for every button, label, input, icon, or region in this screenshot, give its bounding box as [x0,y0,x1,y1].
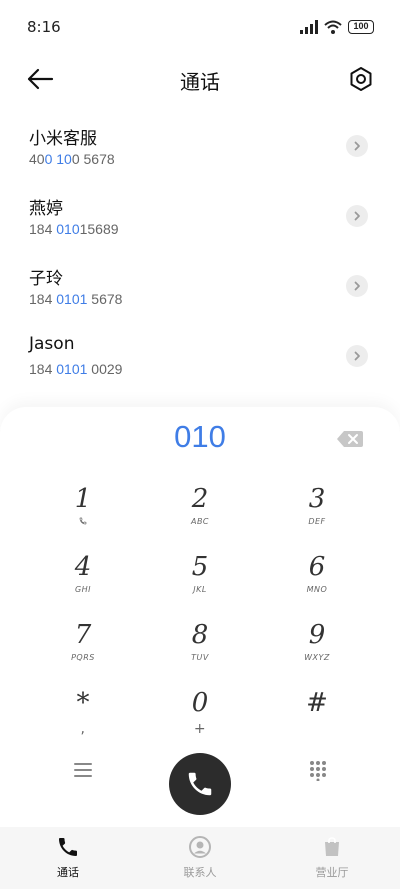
contact-name: 子玲 [29,269,63,289]
dial-key-digit: 7 [74,620,92,650]
number-match-highlight: 010 [56,221,80,237]
contact-detail-button[interactable] [346,205,368,227]
chevron-right-icon [354,211,360,221]
phone-icon [188,772,212,796]
contact-icon [189,836,211,858]
menu-button[interactable] [72,759,94,781]
contact-result-row[interactable]: Jason 184 0101 0029 [0,328,400,398]
menu-icon [74,763,92,777]
contact-name: 小米客服 [29,129,97,149]
dial-key-letters: PQRS [71,653,95,662]
chevron-right-icon [354,351,360,361]
contact-number: 184 0101 0029 [29,361,122,377]
status-time: 8:16 [27,18,61,36]
number-match-highlight: 0101 [56,291,88,307]
chevron-right-icon [354,281,360,291]
number-segment: 0 5678 [71,151,115,167]
number-segment: 15689 [79,221,119,237]
dial-key-digit: 3 [308,484,326,514]
dial-key-letters: , [80,721,86,737]
dial-key[interactable]: 4 GHI [33,551,133,611]
chevron-right-icon [354,141,360,151]
dial-key-letters: DEF [308,517,326,526]
dial-key-letters: TUV [191,653,209,662]
dial-key[interactable]: 6 MNO [267,551,367,611]
tab-service-hall[interactable]: 营业厅 [282,835,382,880]
dial-key[interactable]: *, [33,687,133,747]
voicemail-icon [33,517,133,527]
contact-result-row[interactable]: 燕婷 184 01015689 [0,188,400,258]
number-segment: 0029 [87,361,123,377]
dial-key-letters: GHI [74,585,92,594]
top-panel: 8:16 100 通话 小米客服 400 100 5678 燕婷 184 010… [0,0,400,430]
dial-key-digit: * [76,688,90,718]
contact-result-row[interactable]: 小米客服 400 100 5678 [0,118,400,188]
number-match-highlight: 10 [56,151,72,167]
number-segment: 5678 [87,291,123,307]
dial-key-digit: 4 [74,552,92,582]
signal-icon [300,20,318,34]
dial-key[interactable]: 0 + [150,687,250,747]
contact-number: 184 0101 5678 [29,291,122,307]
tab-calls-label: 通话 [57,866,79,879]
phone-tab-icon [59,838,77,856]
dialpad-icon [310,761,326,782]
bottom-tab-bar: 通话 联系人 营业厅 [0,827,400,889]
dial-key[interactable]: 9 WXYZ [267,619,367,679]
dial-key-digit: 5 [191,552,209,582]
dial-key-letters: JKL [193,585,207,594]
dial-key-digit: 2 [191,484,209,514]
dial-key-digit: 0 [191,688,209,718]
dial-key[interactable]: 7 PQRS [33,619,133,679]
dial-key-digit: 9 [308,620,326,650]
dial-key[interactable]: 5 JKL [150,551,250,611]
number-match-highlight: 0101 [56,361,88,377]
number-segment: 184 [29,291,57,307]
number-segment: 184 [29,361,57,377]
dial-key-digit: # [306,688,328,718]
contact-detail-button[interactable] [346,345,368,367]
settings-button[interactable] [346,64,376,94]
status-icons: 100 [300,20,374,34]
tab-calls[interactable]: 通话 [18,835,118,880]
contact-number: 184 01015689 [29,221,119,237]
shopping-bag-icon [325,837,339,856]
number-segment: 40 [29,151,45,167]
dial-key-letters: ABC [190,517,210,526]
backspace-button[interactable] [336,429,364,449]
dial-key[interactable]: 8 TUV [150,619,250,679]
call-button[interactable] [169,753,231,815]
dial-key[interactable]: 3 DEF [267,483,367,543]
dial-key-letters: WXYZ [304,653,330,662]
dial-key-digit: 1 [74,484,92,514]
dial-key-digit: 8 [191,620,209,650]
battery-icon: 100 [348,20,374,34]
tab-contacts-label: 联系人 [183,866,217,879]
gear-icon [350,67,372,91]
keypad-toggle-button[interactable] [307,759,329,782]
number-segment: 184 [29,221,57,237]
contact-result-row[interactable]: 子玲 184 0101 5678 [0,258,400,328]
backspace-icon [337,431,363,447]
dial-key[interactable]: 1 [33,483,133,543]
contact-name: 燕婷 [29,199,63,219]
tab-service-hall-label: 营业厅 [315,866,349,879]
contact-detail-button[interactable] [346,275,368,297]
dial-key-digit: 6 [308,552,326,582]
status-bar: 8:16 100 [0,0,400,56]
dial-key[interactable]: # [267,687,367,747]
wifi-icon [324,20,342,34]
search-results-list: 小米客服 400 100 5678 燕婷 184 01015689 子玲 184 0101… [0,118,400,398]
tab-contacts[interactable]: 联系人 [150,835,250,880]
contact-number: 400 100 5678 [29,151,115,167]
dial-key[interactable]: 2 ABC [150,483,250,543]
contact-name: Jason [29,334,75,354]
contact-detail-button[interactable] [346,135,368,157]
page-title: 通话 [180,70,220,94]
dialpad: 010 1 2 ABC 3 DEF 4 GHI 5 JKL 6 MNO 7 PQRS 8 TUV 9 WXYZ *… [0,407,400,827]
app-header: 通话 [0,56,400,102]
dial-key-letters: MNO [306,585,328,594]
dial-key-letters: + [193,721,207,737]
